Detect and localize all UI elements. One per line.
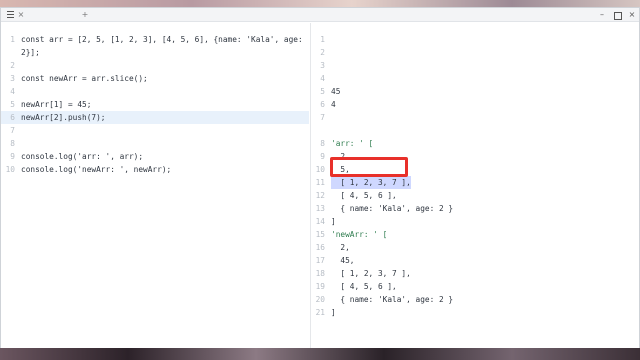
line-number: 4 (320, 74, 325, 83)
line-number: 10 (315, 165, 325, 174)
line-number: 7 (10, 126, 15, 135)
new-tab-icon[interactable]: + (81, 9, 89, 21)
output-line: 4 (311, 72, 639, 85)
output-text: ] (331, 308, 336, 317)
code-text: 2}]; (21, 48, 40, 57)
output-line: 8 'arr: ' [ (311, 137, 639, 150)
editor-line-active[interactable]: 6 newArr[2].push(7); (1, 111, 309, 124)
output-text: { name: 'Kala', age: 2 } (331, 204, 454, 213)
line-number: 6 (10, 113, 15, 122)
editor-line[interactable]: 7 (1, 124, 309, 137)
line-number: 15 (315, 230, 325, 239)
output-line: 2 (311, 46, 639, 59)
output-text: 2, (331, 243, 350, 252)
output-text: [ 4, 5, 6 ], (331, 282, 397, 291)
output-line: 3 (311, 59, 639, 72)
line-number: 9 (10, 152, 15, 161)
line-number: 12 (315, 191, 325, 200)
menu-icon[interactable] (5, 9, 15, 20)
editor-line[interactable]: 3 const newArr = arr.slice(); (1, 72, 309, 85)
editor-line[interactable]: 4 (1, 85, 309, 98)
output-text: 'arr: ' [ (331, 139, 374, 148)
editor-line[interactable]: 2}]; (1, 46, 309, 59)
line-number: 13 (315, 204, 325, 213)
output-line: 7 (311, 111, 639, 124)
output-line: 5 45 (311, 85, 639, 98)
output-line: 18 [ 1, 2, 3, 7 ], (311, 267, 639, 280)
line-number: 2 (320, 48, 325, 57)
output-line: 16 2, (311, 241, 639, 254)
output-line: 20 { name: 'Kala', age: 2 } (311, 293, 639, 306)
line-number: 14 (315, 217, 325, 226)
line-number: 7 (320, 113, 325, 122)
line-number: 3 (10, 74, 15, 83)
line-number: 16 (315, 243, 325, 252)
editor-line[interactable]: 8 (1, 137, 309, 150)
app-window: × + – × 1 const arr = [2, 5, [1, 2, 3], [… (0, 7, 640, 350)
tab-close-icon[interactable]: × (17, 9, 25, 21)
output-text: [ 1, 2, 3, 7 ], (331, 269, 411, 278)
line-number: 17 (315, 256, 325, 265)
line-number: 10 (5, 165, 15, 174)
output-text: [ 4, 5, 6 ], (331, 191, 397, 200)
editor-line[interactable]: 10 console.log('newArr: ', newArr); (1, 163, 309, 176)
line-number: 8 (320, 139, 325, 148)
code-text: newArr[2].push(7); (21, 113, 106, 122)
editor-line[interactable]: 9 console.log('arr: ', arr); (1, 150, 309, 163)
line-number: 11 (315, 178, 325, 187)
title-bar: × + – × (1, 8, 639, 22)
output-line: 14] (311, 215, 639, 228)
output-line: 64 (311, 98, 639, 111)
code-text: const newArr = arr.slice(); (21, 74, 148, 83)
line-number: 2 (10, 61, 15, 70)
line-number: 5 (10, 100, 15, 109)
line-number: 3 (320, 61, 325, 70)
editor-line[interactable]: 5 newArr[1] = 45; (1, 98, 309, 111)
editor-line[interactable]: 2 (1, 59, 309, 72)
output-line: 15 'newArr: ' [ (311, 228, 639, 241)
line-number: 19 (315, 282, 325, 291)
line-number: 20 (315, 295, 325, 304)
line-number: 5 (320, 87, 325, 96)
output-panel: 1 2 3 4 5 45 64 7 8'arr: ' [ 9 2, 10 5, 1… (310, 23, 639, 349)
output-line: 19 [ 4, 5, 6 ], (311, 280, 639, 293)
maximize-icon[interactable] (613, 9, 623, 20)
line-number: 6 (320, 100, 325, 109)
output-text: ] (331, 217, 336, 226)
line-number: 1 (320, 35, 325, 44)
close-icon[interactable]: × (627, 9, 637, 21)
line-number: 8 (10, 139, 15, 148)
line-number: 21 (315, 308, 325, 317)
line-number: 9 (320, 152, 325, 161)
output-text: { name: 'Kala', age: 2 } (331, 295, 454, 304)
output-line: 21] (311, 306, 639, 319)
code-text: const arr = [2, 5, [1, 2, 3], [4, 5, 6],… (21, 35, 303, 44)
line-number: 4 (10, 87, 15, 96)
output-line: 17 45, (311, 254, 639, 267)
code-text: console.log('newArr: ', newArr); (21, 165, 172, 174)
output-text-selected: [ 1, 2, 3, 7 ], (331, 176, 411, 189)
line-number: 18 (315, 269, 325, 278)
output-line: 13 { name: 'Kala', age: 2 } (311, 202, 639, 215)
output-line: 1 (311, 33, 639, 46)
code-text: newArr[1] = 45; (21, 100, 92, 109)
line-number: 1 (10, 35, 15, 44)
output-line: 11 [ 1, 2, 3, 7 ], (311, 176, 639, 189)
desktop-background-bottom (0, 348, 640, 360)
code-editor[interactable]: 1 const arr = [2, 5, [1, 2, 3], [4, 5, 6]… (1, 23, 309, 349)
editor-line[interactable]: 1 const arr = [2, 5, [1, 2, 3], [4, 5, 6]… (1, 33, 309, 46)
output-text: 4 (331, 100, 336, 109)
highlight-annotation-box (330, 157, 408, 177)
output-text: 'newArr: ' [ (331, 230, 388, 239)
output-text: 45 (331, 87, 341, 96)
output-line: 12 [ 4, 5, 6 ], (311, 189, 639, 202)
output-text: 45, (331, 256, 355, 265)
code-text: console.log('arr: ', arr); (21, 152, 144, 161)
minimize-icon[interactable]: – (597, 9, 607, 21)
